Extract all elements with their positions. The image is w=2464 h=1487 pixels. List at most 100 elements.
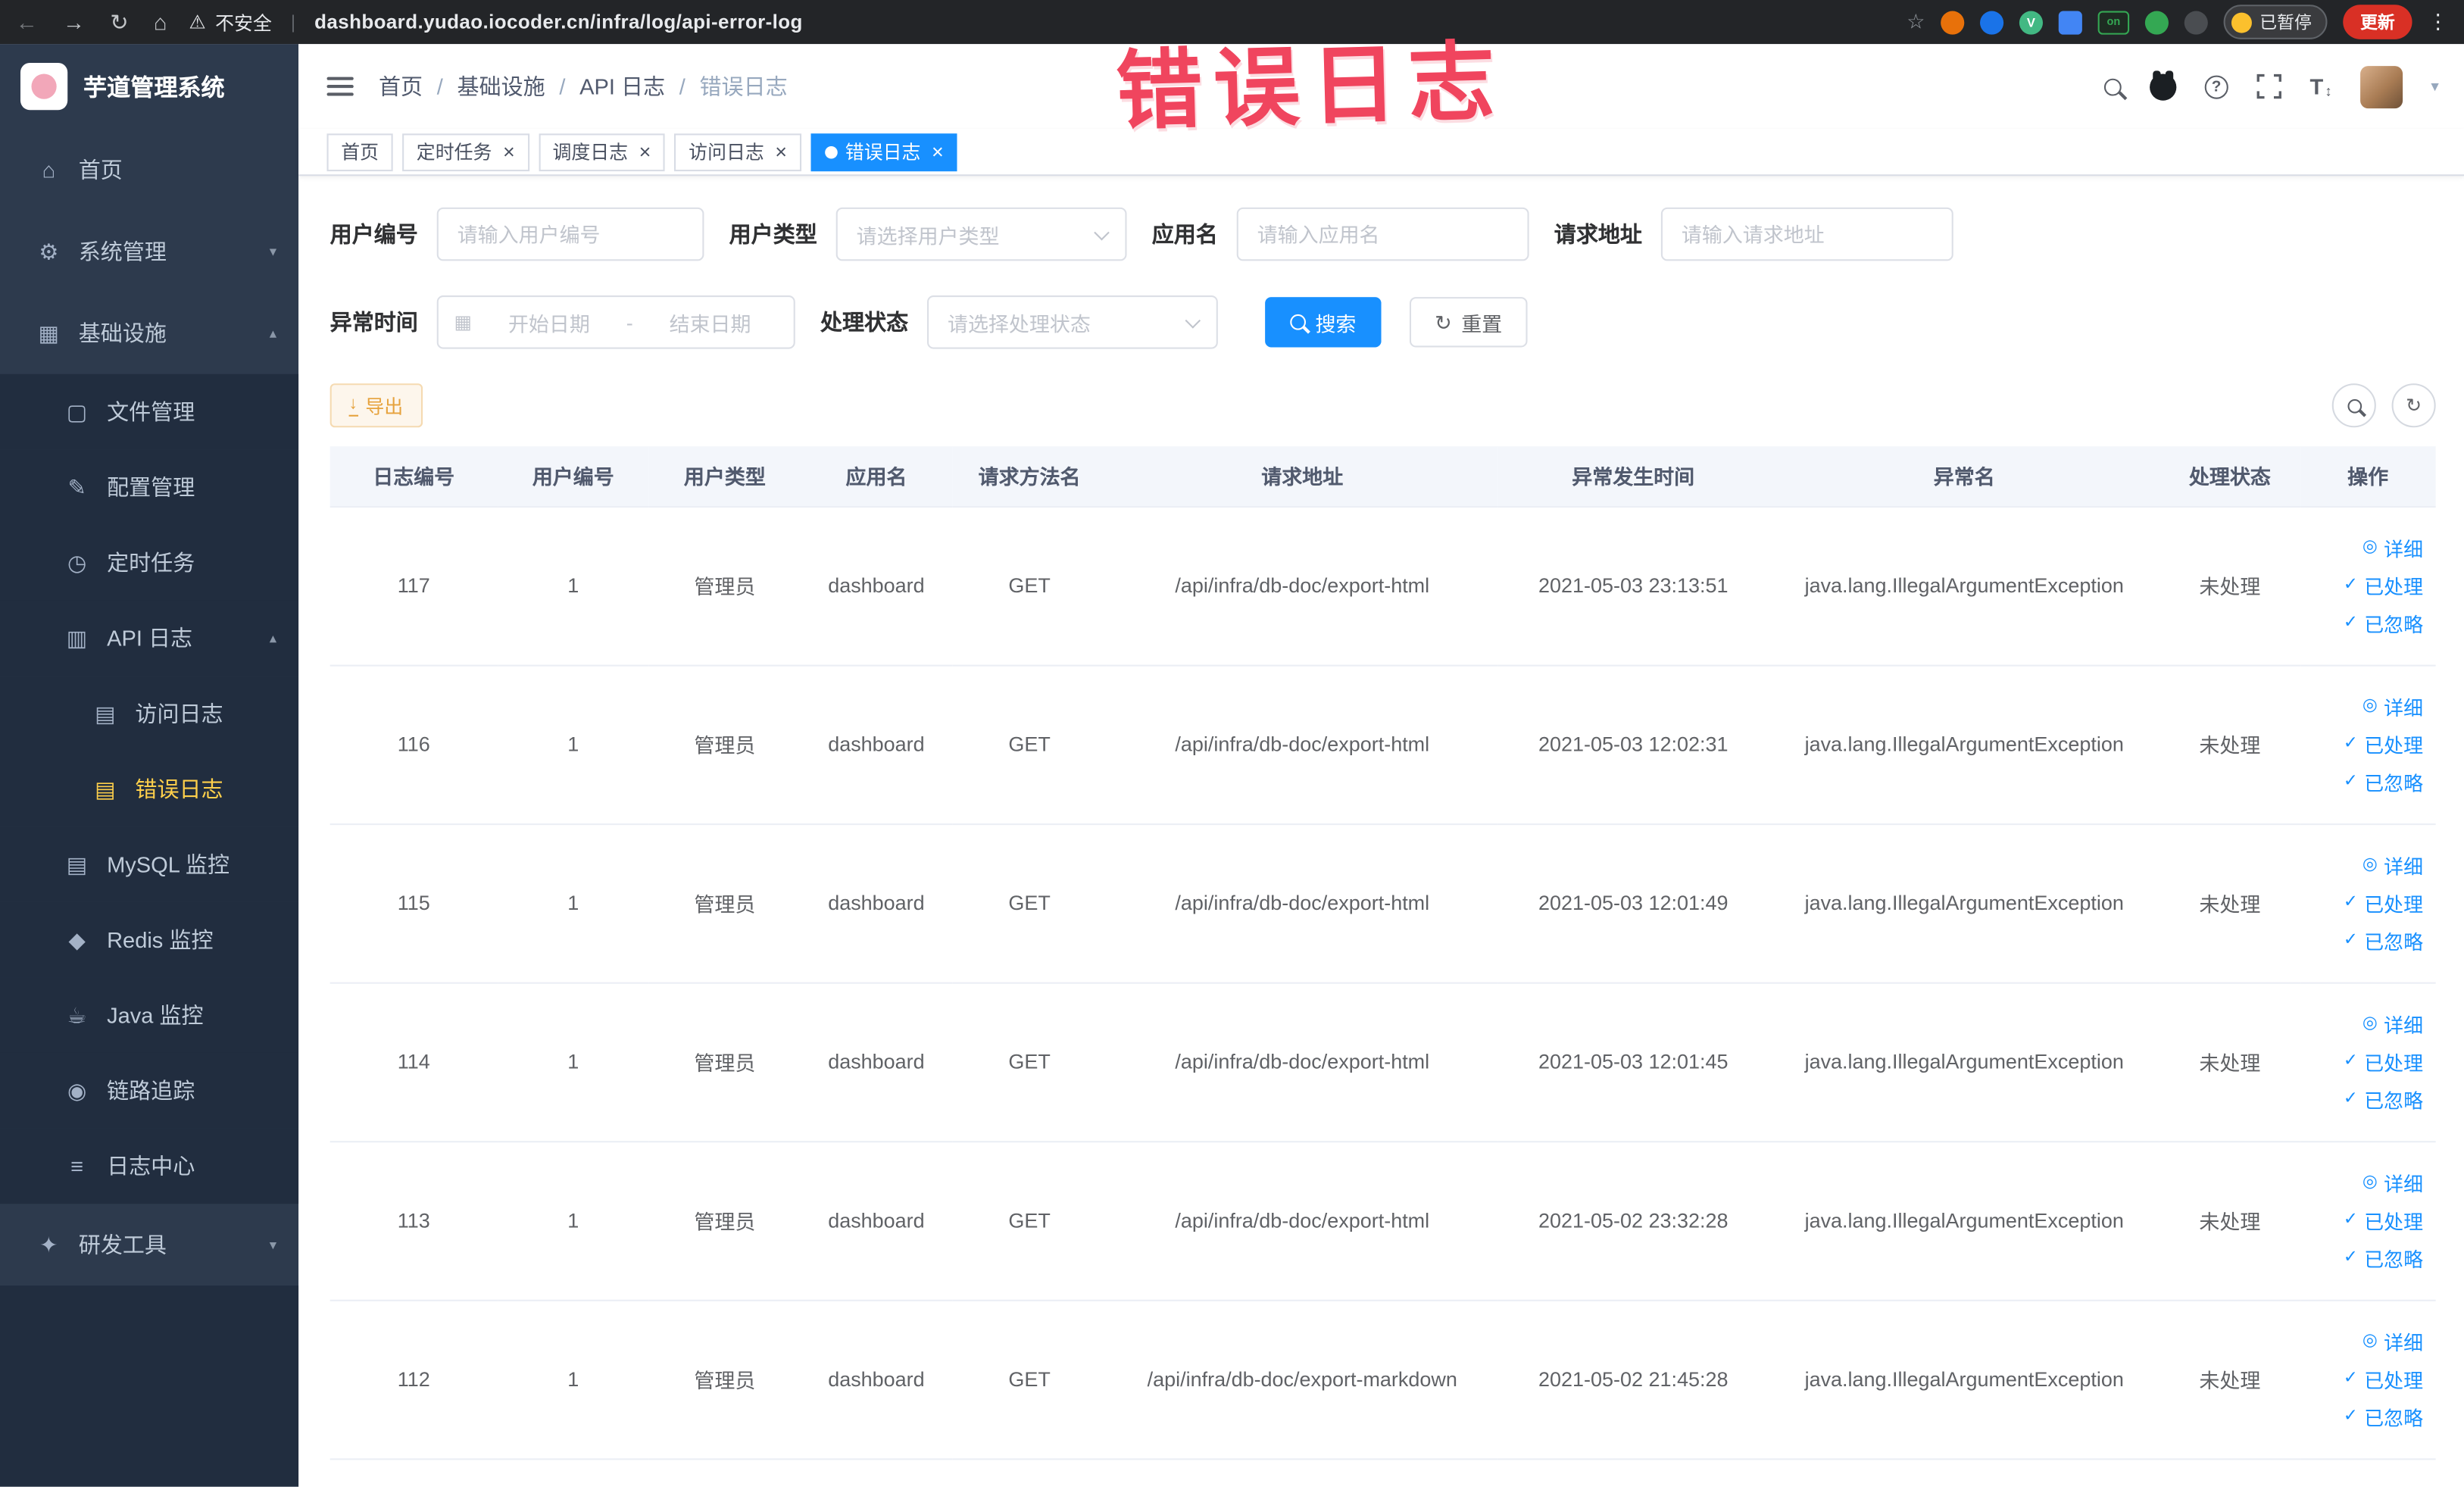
action-ignored-link[interactable]: ✓ 已忽略 <box>2309 926 2423 955</box>
process-status-select[interactable]: 请选择处理状态 <box>927 295 1218 349</box>
extension-icon[interactable] <box>1980 10 2004 34</box>
address-bar[interactable]: ⚠ 不安全 | dashboard.yudao.iocoder.cn/infra… <box>189 8 802 35</box>
extension-icon[interactable] <box>1941 10 1965 34</box>
action-done-link[interactable]: ✓ 已处理 <box>2309 570 2423 600</box>
breadcrumb-item[interactable]: 基础设施 <box>457 70 545 102</box>
action-detail-link[interactable]: ◎ 详细 <box>2309 692 2423 721</box>
browser-menu-icon[interactable]: ⋮ <box>2428 9 2448 34</box>
sidebar-item-label: 日志中心 <box>107 1153 195 1179</box>
toggle-search-button[interactable] <box>2331 383 2376 428</box>
sidebar-item-api-log[interactable]: ▥ API 日志 ▴ <box>0 600 299 676</box>
redis-icon: ◆ <box>68 926 86 952</box>
action-done-link[interactable]: ✓ 已处理 <box>2309 888 2423 917</box>
vue-devtools-icon[interactable]: V <box>2019 10 2044 34</box>
sidebar-item-redis[interactable]: ◆ Redis 监控 <box>0 901 299 978</box>
action-detail-link[interactable]: ◎ 详细 <box>2309 1167 2423 1197</box>
cell-url: /api/infra/db-doc/export-markdown <box>1107 1299 1498 1460</box>
action-detail-link[interactable]: ◎ 详细 <box>2309 1326 2423 1356</box>
sidebar-item-mysql[interactable]: ▤ MySQL 监控 <box>0 826 299 902</box>
action-detail-link[interactable]: ◎ 详细 <box>2309 850 2423 879</box>
sidebar-item-java[interactable]: ☕ Java 监控 <box>0 977 299 1053</box>
sidebar-item-access-log[interactable]: ▤ 访问日志 <box>0 676 299 751</box>
user-id-input[interactable] <box>436 207 704 261</box>
extension-icon[interactable] <box>2058 10 2082 34</box>
sidebar-item-system[interactable]: ⚙ 系统管理 ▾ <box>0 211 298 292</box>
back-icon[interactable]: ← <box>16 11 38 33</box>
sidebar-item-config[interactable]: ✎ 配置管理 <box>0 449 299 525</box>
sidebar-item-trace[interactable]: ◉ 链路追踪 <box>0 1052 299 1129</box>
close-icon[interactable]: × <box>932 142 944 162</box>
eye-icon: ◎ <box>2362 696 2378 715</box>
action-detail-link[interactable]: ◎ 详细 <box>2309 533 2423 562</box>
action-done-link[interactable]: ✓ 已处理 <box>2309 1205 2423 1235</box>
caret-down-icon[interactable]: ▾ <box>2431 78 2438 95</box>
cell-user_id: 1 <box>497 982 649 1142</box>
sidebar-item-log-center[interactable]: ≡ 日志中心 <box>0 1128 299 1204</box>
action-done-link[interactable]: ✓ 已处理 <box>2309 1364 2423 1394</box>
tab-access-log[interactable]: 访问日志 × <box>674 133 801 171</box>
extension-icon[interactable] <box>2184 10 2208 34</box>
close-icon[interactable]: × <box>775 142 787 162</box>
search-button[interactable]: 搜索 <box>1265 297 1382 348</box>
cell-user_type: 管理员 <box>648 823 801 983</box>
table-row: 113 1 管理员 dashboard GET/api/infra/db-doc/exp… <box>329 1141 2436 1301</box>
user-type-placeholder: 请选择用户类型 <box>856 223 1000 248</box>
reset-button[interactable]: ↻ 重置 <box>1409 297 1528 348</box>
export-button[interactable]: ↓ 导出 <box>329 383 423 428</box>
extension-on-badge[interactable]: on <box>2097 10 2130 34</box>
extension-icon[interactable] <box>2144 10 2169 34</box>
request-url-input[interactable] <box>1660 207 1953 261</box>
sidebar-item-infra[interactable]: ▦ 基础设施 ▴ <box>0 292 298 374</box>
user-type-select[interactable]: 请选择用户类型 <box>835 207 1127 261</box>
font-size-icon[interactable]: T ↕ <box>2309 74 2331 99</box>
app-logo[interactable]: 芋道管理系统 <box>0 44 298 129</box>
paused-badge[interactable]: 已暂停 <box>2223 5 2328 39</box>
refresh-table-button[interactable]: ↻ <box>2391 383 2436 428</box>
tab-job-log[interactable]: 调度日志 × <box>538 133 666 171</box>
bookmark-star-icon[interactable]: ☆ <box>1907 9 1925 34</box>
address-separator: | <box>290 11 296 33</box>
date-range-separator: - <box>626 310 633 334</box>
action-done-link[interactable]: ✓ 已处理 <box>2309 1047 2423 1076</box>
github-icon[interactable] <box>2149 70 2177 100</box>
action-ignored-link[interactable]: ✓ 已忽略 <box>2309 1084 2423 1114</box>
action-ignored-link[interactable]: ✓ 已忽略 <box>2309 1402 2423 1432</box>
close-icon[interactable]: × <box>639 142 651 162</box>
update-button[interactable]: 更新 <box>2343 5 2412 39</box>
fullscreen-icon[interactable] <box>2256 73 2281 99</box>
browser-home-icon[interactable]: ⌂ <box>154 11 167 33</box>
sidebar-item-label: API 日志 <box>107 625 193 651</box>
active-tab-dot <box>824 145 838 158</box>
tab-home[interactable]: 首页 <box>326 133 393 171</box>
column-header: 操作 <box>2300 446 2436 508</box>
sidebar-item-job[interactable]: ◷ 定时任务 <box>0 524 299 601</box>
sidebar-menu: ⌂ 首页 ⚙ 系统管理 ▾ ▦ 基础设施 ▴ ▢ 文件管理 ✎ 配置管理 ◷ 定时任务 ▥ API 日志 ▴ ▤ 访… <box>0 129 299 1286</box>
app-name-input[interactable] <box>1236 207 1529 261</box>
sidebar-item-file[interactable]: ▢ 文件管理 <box>0 373 299 450</box>
action-detail-link[interactable]: ◎ 详细 <box>2309 1009 2423 1039</box>
tab-cron-job[interactable]: 定时任务 × <box>402 133 529 171</box>
forward-icon[interactable]: → <box>63 11 85 33</box>
sidebar-item-label: 访问日志 <box>135 701 223 726</box>
cell-exception: java.lang.IllegalArgumentException <box>1769 1299 2160 1460</box>
sidebar-item-home[interactable]: ⌂ 首页 <box>0 129 298 211</box>
action-ignored-link[interactable]: ✓ 已忽略 <box>2309 1243 2423 1273</box>
breadcrumb-item[interactable]: 首页 <box>379 70 423 102</box>
tab-error-log[interactable]: 错误日志 × <box>810 133 958 171</box>
close-icon[interactable]: × <box>503 142 515 162</box>
search-icon[interactable] <box>2103 77 2122 95</box>
breadcrumb-item[interactable]: API 日志 <box>579 70 665 102</box>
help-icon[interactable]: ? <box>2204 74 2228 98</box>
action-done-link[interactable]: ✓ 已处理 <box>2309 729 2423 759</box>
avatar[interactable] <box>2360 65 2403 108</box>
action-ignored-link[interactable]: ✓ 已忽略 <box>2309 767 2423 796</box>
sidebar-collapse-icon[interactable] <box>326 77 354 96</box>
sidebar-item-error-log[interactable]: ▤ 错误日志 <box>0 751 299 827</box>
date-range-picker[interactable]: ▦ 开始日期 - 结束日期 <box>436 295 795 349</box>
action-ignored-link[interactable]: ✓ 已忽略 <box>2309 608 2423 638</box>
cell-app: dashboard <box>800 1299 952 1460</box>
reload-icon[interactable]: ↻ <box>110 11 128 33</box>
column-header: 应用名 <box>800 446 952 508</box>
sidebar-item-devtools[interactable]: ✦ 研发工具 ▾ <box>0 1204 298 1286</box>
calendar-icon: ▦ <box>454 311 473 333</box>
